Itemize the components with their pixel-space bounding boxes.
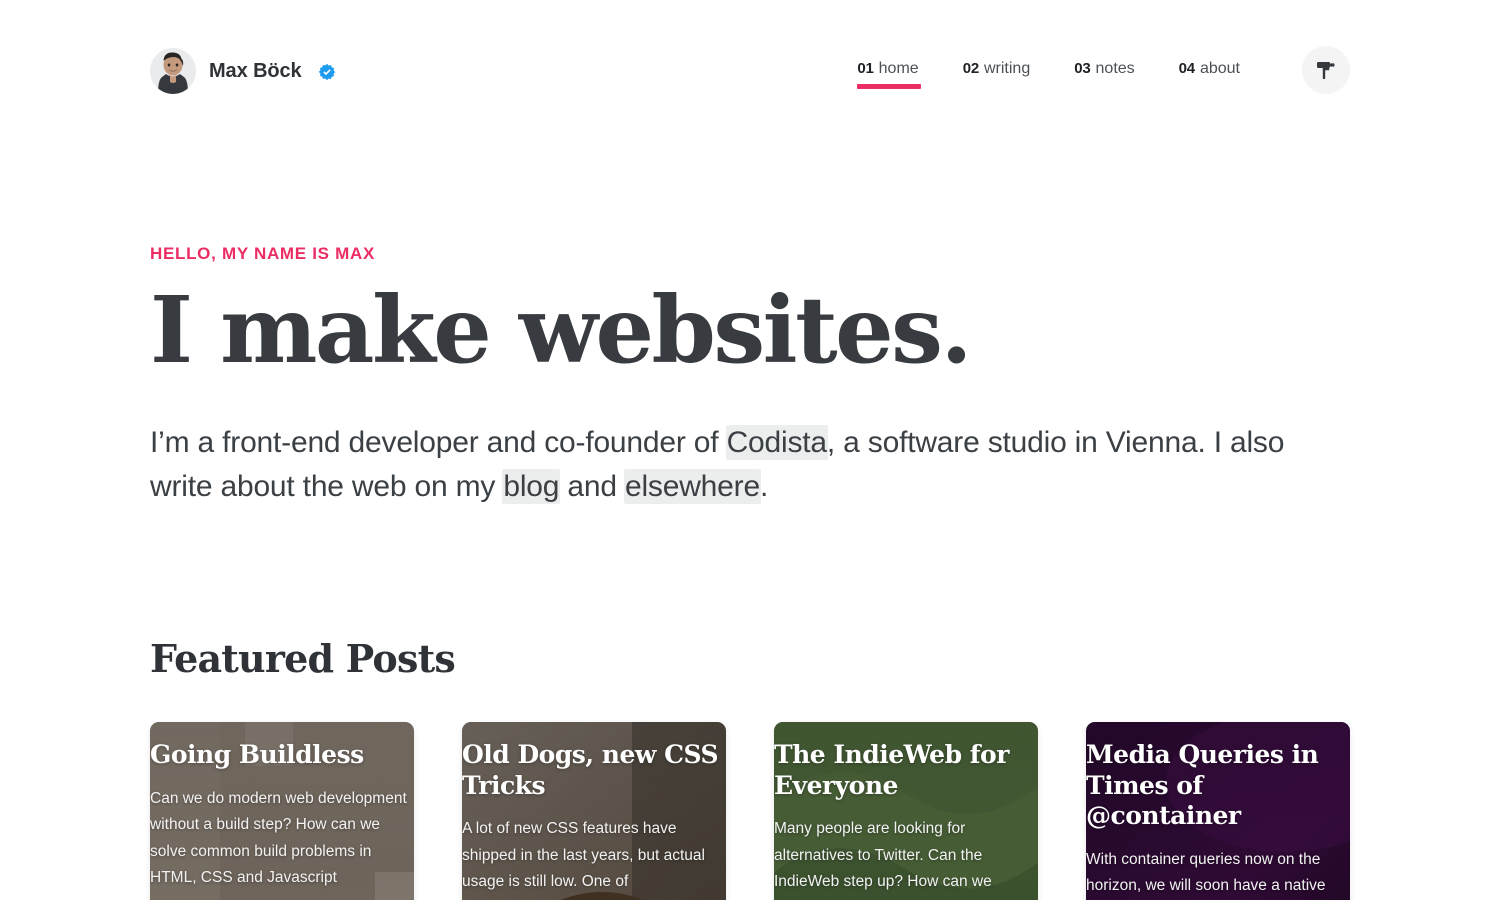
- card-excerpt: A lot of new CSS features have shipped i…: [462, 820, 705, 891]
- card-excerpt: Many people are looking for alternatives…: [774, 820, 992, 891]
- card-excerpt: Can we do modern web development without…: [150, 789, 407, 887]
- verified-badge-icon: [318, 63, 336, 81]
- nav-item-notes-number: 03: [1074, 60, 1091, 77]
- card-title: Going Buildless: [150, 740, 364, 769]
- featured-posts-grid: Going Buildless Can we do modern web dev…: [150, 722, 1350, 900]
- user-avatar-photo: [150, 48, 196, 94]
- page-root: Max Böck 01 home 02 writing 03 notes 04 abou…: [0, 0, 1500, 900]
- post-card[interactable]: The IndieWeb for Everyone Many people ar…: [774, 722, 1038, 900]
- link-codista[interactable]: Codista: [726, 425, 827, 459]
- brand-name: Max Böck: [209, 59, 302, 82]
- card-body: Media Queries in Times of @container Wit…: [1086, 722, 1350, 900]
- main-navigation: 01 home 02 writing 03 notes 04 about: [857, 46, 1350, 94]
- post-card[interactable]: Going Buildless Can we do modern web dev…: [150, 722, 414, 900]
- site-header: Max Böck 01 home 02 writing 03 notes 04 abou…: [0, 0, 1500, 148]
- nav-item-writing[interactable]: 02 writing: [963, 61, 1031, 89]
- card-title: Old Dogs, new CSS Tricks: [462, 740, 719, 800]
- nav-item-about[interactable]: 04 about: [1179, 61, 1240, 89]
- hero-intro-text-3: and: [559, 470, 625, 504]
- hero-eyebrow: HELLO, MY NAME IS MAX: [150, 244, 376, 263]
- link-blog[interactable]: blog: [503, 470, 559, 504]
- brand-home-link[interactable]: Max Böck: [150, 48, 336, 94]
- nav-item-home-number: 01: [857, 60, 874, 77]
- nav-item-about-number: 04: [1178, 60, 1196, 77]
- featured-posts-section: Featured Posts Going Buildless Can we do…: [150, 636, 1350, 900]
- post-card[interactable]: Old Dogs, new CSS Tricks A lot of new CS…: [462, 722, 726, 900]
- nav-item-notes-label: notes: [1095, 60, 1135, 77]
- hero-intro-text-4: .: [759, 470, 769, 504]
- nav-item-home-label: home: [878, 60, 919, 77]
- nav-item-about-label: about: [1199, 60, 1240, 77]
- nav-item-notes[interactable]: 03 notes: [1074, 61, 1134, 89]
- card-body: Old Dogs, new CSS Tricks A lot of new CS…: [462, 722, 726, 900]
- nav-item-writing-number: 02: [962, 60, 980, 77]
- card-title: Media Queries in Times of @container: [1086, 740, 1319, 830]
- hero-section: HELLO, MY NAME IS MAX I make websites. I…: [150, 244, 1350, 510]
- post-card[interactable]: Media Queries in Times of @container Wit…: [1086, 722, 1350, 900]
- card-excerpt: With container queries now on the horizo…: [1086, 850, 1326, 895]
- hero-intro-paragraph: I’m a front-end developer and co-founder…: [150, 421, 1330, 510]
- nav-item-home[interactable]: 01 home: [857, 60, 922, 89]
- featured-posts-heading: Featured Posts: [150, 636, 456, 681]
- paint-roller-icon: [1314, 58, 1338, 82]
- hero-intro-text-1: I’m a front-end developer and co-founder…: [150, 425, 727, 459]
- nav-item-writing-label: writing: [983, 60, 1031, 77]
- link-elsewhere[interactable]: elsewhere: [624, 470, 760, 504]
- card-body: Going Buildless Can we do modern web dev…: [150, 722, 414, 900]
- card-title: The IndieWeb for Everyone: [774, 740, 1009, 800]
- theme-toggle-button[interactable]: [1302, 46, 1350, 94]
- page-title: I make websites.: [150, 276, 972, 385]
- card-body: The IndieWeb for Everyone Many people ar…: [774, 722, 1038, 900]
